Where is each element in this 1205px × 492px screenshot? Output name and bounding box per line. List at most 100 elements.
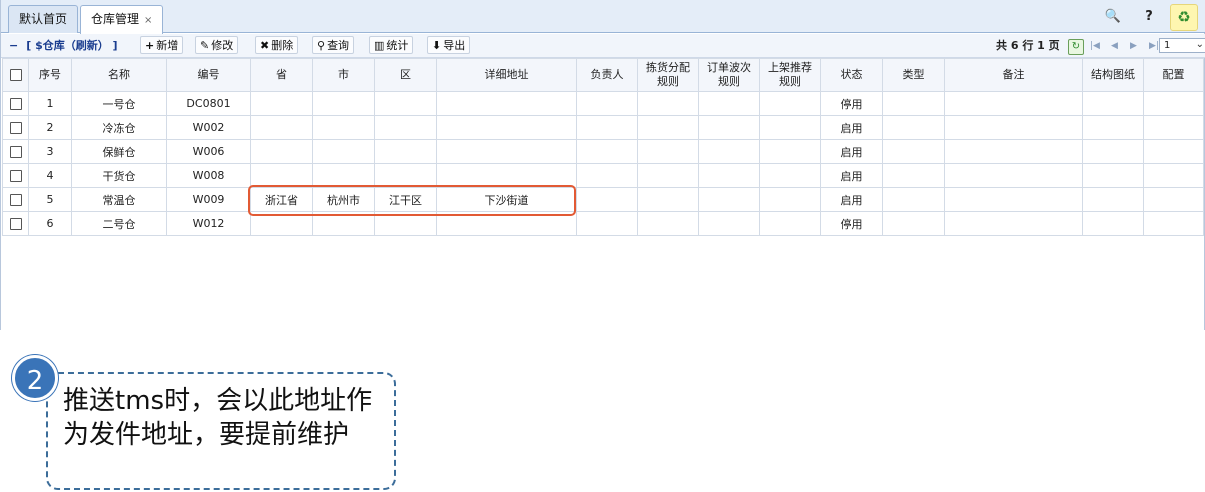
table-row[interactable]: 4 干货仓 W008 启用 [2,163,1204,188]
cell-config [1143,187,1204,212]
header-cell[interactable]: 名称 [71,58,167,92]
stats-button[interactable]: ▥ 统计 [369,36,414,54]
cell-remark [944,187,1083,212]
row-select-cell[interactable] [2,163,29,188]
cell-pick-rule [637,187,699,212]
cell-province: 浙江省 [250,187,313,212]
table-row[interactable]: 2 冷冻仓 W002 启用 [2,115,1204,140]
tab-close-icon[interactable]: × [144,15,152,26]
row-select-cell[interactable] [2,187,29,212]
header-cell[interactable]: 区 [374,58,437,92]
header-cell[interactable]: 类型 [882,58,945,92]
add-button[interactable]: + 新增 [140,36,184,54]
cell-district [374,211,437,236]
row-checkbox[interactable] [9,170,22,182]
row-select-cell[interactable] [2,115,29,140]
annotation-callout: 推送tms时，会以此地址作为发件地址，要提前维护 [46,372,396,490]
delete-button[interactable]: ✖ 删除 [255,36,299,54]
row-select-cell[interactable] [2,91,29,116]
table-row[interactable]: 5 常温仓 W009 浙江省 杭州市 江干区 下沙街道 启用 [2,187,1204,212]
toolbar-title[interactable]: −[ $仓库（刷新） ] [9,37,118,55]
pager-refresh-icon[interactable]: ↻ [1068,39,1084,55]
cell-pick-rule [637,91,699,116]
warehouse-app: 默认首页 仓库管理 × 🔍 ? ♻ −[ $仓库（刷新） ] + 新增 ✎ 修改 ✖ 删… [0,0,1205,330]
export-button[interactable]: ⬇ 导出 [427,36,471,54]
warehouse-refresh-link[interactable]: [ $仓库（刷新） ] [26,39,117,52]
cell-putaway-rule [759,187,821,212]
cell-drawing [1082,187,1144,212]
cell-no: 6 [28,211,72,236]
cell-name: 冷冻仓 [71,115,167,140]
row-checkbox[interactable] [9,218,22,230]
next-page-icon[interactable]: ▶ [1130,34,1137,58]
help-icon[interactable]: ? [1136,4,1162,29]
header-cell[interactable]: 结构图纸 [1082,58,1144,92]
cell-type [882,115,945,140]
cell-district [374,115,437,140]
table-row[interactable]: 6 二号仓 W012 停用 [2,211,1204,236]
row-checkbox[interactable] [9,146,22,158]
cell-address: 下沙街道 [436,187,577,212]
cell-remark [944,139,1083,164]
select-all-cell[interactable] [2,58,29,92]
row-checkbox[interactable] [9,194,22,206]
status-badge: 启用 [820,163,883,188]
tab-home[interactable]: 默认首页 [8,5,79,33]
header-cell[interactable]: 市 [312,58,375,92]
header-cell[interactable]: 状态 [820,58,883,92]
cell-type [882,163,945,188]
header-cell[interactable]: 拣货分配 规则 [637,58,699,92]
edit-button[interactable]: ✎ 修改 [195,36,239,54]
table-row[interactable]: 3 保鲜仓 W006 启用 [2,139,1204,164]
header-cell[interactable]: 详细地址 [436,58,577,92]
delete-button-label: 删除 [271,39,294,52]
page-select-value: 1 [1164,40,1171,51]
cell-code: W009 [166,187,251,212]
magnifier-icon: ⚲ [317,39,326,52]
row-checkbox[interactable] [9,98,22,110]
cell-city [312,211,375,236]
cell-config [1143,139,1204,164]
cell-no: 3 [28,139,72,164]
row-checkbox[interactable] [9,122,22,134]
prev-page-icon[interactable]: ◀ [1111,34,1118,58]
header-cell[interactable]: 订单波次 规则 [698,58,760,92]
page-select[interactable]: 1 ⌄ [1159,38,1205,53]
first-page-icon[interactable]: |◀ [1090,34,1100,58]
cell-drawing [1082,163,1144,188]
tab-warehouse-management[interactable]: 仓库管理 × [80,5,164,34]
cell-wave-rule [698,163,760,188]
collapse-icon[interactable]: − [9,39,18,52]
query-button[interactable]: ⚲ 查询 [312,36,355,54]
cell-city [312,115,375,140]
header-cell[interactable]: 编号 [166,58,251,92]
cell-province [250,91,313,116]
header-cell[interactable]: 省 [250,58,313,92]
header-cell[interactable]: 备注 [944,58,1083,92]
select-all-checkbox[interactable] [9,69,22,81]
header-cell[interactable]: 上架推荐 规则 [759,58,821,92]
table-body: 1 一号仓 DC0801 停用 2 冷冻仓 W002 启用 3 保鲜仓 W006 启用 4 干货仓 W008… [2,91,1204,236]
search-icon[interactable]: 🔍 [1100,4,1126,29]
grid-toolbar: −[ $仓库（刷新） ] + 新增 ✎ 修改 ✖ 删除 ⚲ 查询 ▥ 统计 ⬇ 导出 共 6… [1,34,1205,58]
cell-putaway-rule [759,139,821,164]
cell-putaway-rule [759,211,821,236]
row-select-cell[interactable] [2,139,29,164]
cell-drawing [1082,91,1144,116]
row-select-cell[interactable] [2,211,29,236]
refresh-icon[interactable]: ♻ [1170,4,1198,31]
stats-button-label: 统计 [386,39,409,52]
cell-config [1143,163,1204,188]
cell-manager [576,115,638,140]
header-cell[interactable]: 配置 [1143,58,1204,92]
last-page-icon[interactable]: ▶| [1149,34,1159,58]
header-cell[interactable]: 负责人 [576,58,638,92]
cell-no: 1 [28,91,72,116]
cell-remark [944,211,1083,236]
cell-config [1143,211,1204,236]
table-row[interactable]: 1 一号仓 DC0801 停用 [2,91,1204,116]
header-cell[interactable]: 序号 [28,58,72,92]
table-header-row: 序号 名称 编号 省 市 区 详细地址 负责人 拣货分配 规则 订单波次 规则 … [2,58,1204,92]
cell-drawing [1082,139,1144,164]
annotation-text: 推送tms时，会以此地址作为发件地址，要提前维护 [63,386,373,450]
